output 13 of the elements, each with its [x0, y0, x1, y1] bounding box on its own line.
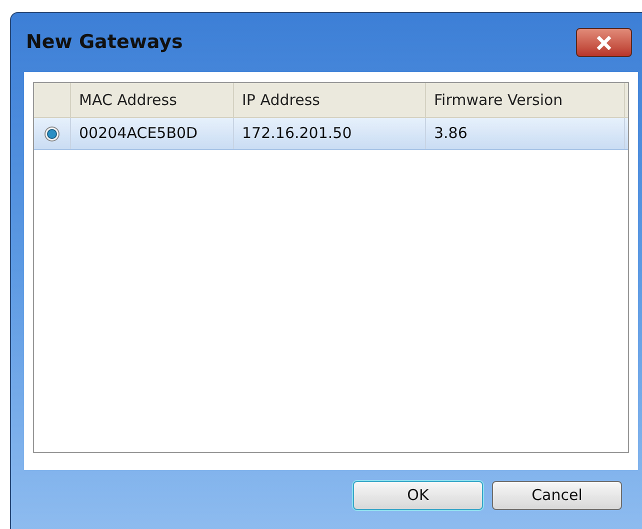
column-header[interactable]: IP Address — [234, 83, 426, 117]
table-cell: 172.16.201.50 — [234, 118, 426, 149]
table-row[interactable]: 00204ACE5B0D 172.16.201.50 3.86 — [34, 118, 628, 150]
close-button[interactable] — [576, 28, 632, 57]
window-title: New Gateways — [26, 30, 183, 56]
close-icon — [596, 36, 612, 50]
column-header[interactable]: MAC Address — [71, 83, 234, 117]
table-cell: 3.86 — [426, 118, 625, 149]
column-header[interactable]: Firmware Version — [426, 83, 625, 117]
dialog-button[interactable]: OK — [353, 481, 483, 510]
radio-button[interactable] — [44, 126, 60, 142]
table-cell: 00204ACE5B0D — [71, 118, 234, 149]
dialog-button[interactable]: Cancel — [492, 481, 622, 510]
